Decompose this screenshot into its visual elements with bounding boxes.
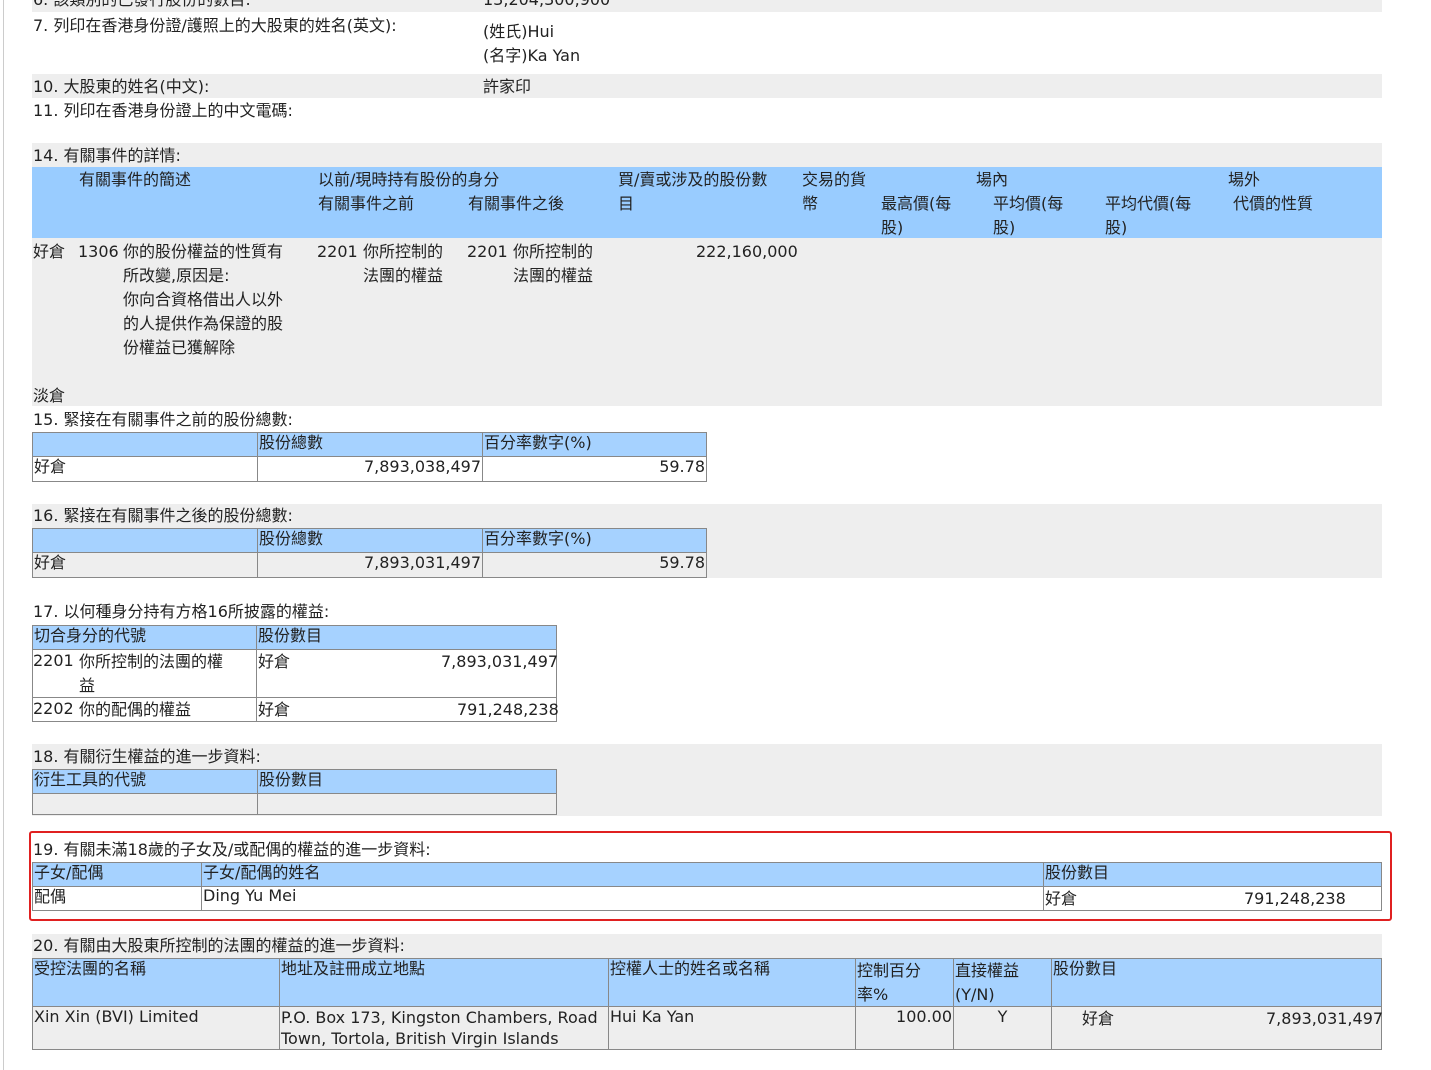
s14-desc-1: 你的股份權益的性質有 <box>123 242 284 261</box>
s14-header-avg-2: 股) <box>993 218 1016 237</box>
s14-event-code: 1306 <box>78 242 119 261</box>
s14-header-nature: 代價的性質 <box>1233 194 1314 213</box>
s14-header-offavg-2: 股) <box>1105 218 1128 237</box>
s16-header-pct: 百分率數字(%) <box>482 528 707 553</box>
s14-shares-value: 222,160,000 <box>696 242 798 261</box>
s20-position: 好倉 <box>1082 1009 1115 1028</box>
left-border <box>3 0 4 1070</box>
s15-header-blank <box>32 432 258 457</box>
s17-row1-position: 好倉 <box>258 652 291 671</box>
s14-before-1: 你所控制的 <box>363 242 444 261</box>
s14-short-label: 淡倉 <box>33 386 66 405</box>
s20-header-direct-1: 直接權益 <box>955 961 1020 980</box>
s14-header-offavg-1: 平均代價(每 <box>1105 194 1192 213</box>
s18-header-shares: 股份數目 <box>257 769 557 794</box>
s17-row1-code: 2201 <box>33 651 74 670</box>
s17-row2-desc: 你的配偶的權益 <box>79 700 192 719</box>
s16-total-value: 7,893,031,497 <box>257 552 483 578</box>
s18-header-code: 衍生工具的代號 <box>32 769 258 794</box>
s14-before-2: 法團的權益 <box>363 266 444 285</box>
surname-value: (姓氏)Hui <box>483 22 555 41</box>
s16-header-total: 股份總數 <box>257 528 483 553</box>
s20-header-shares: 股份數目 <box>1051 958 1382 1007</box>
given-name-value: (名字)Ka Yan <box>483 46 581 65</box>
s14-header-avg-1: 平均價(每 <box>993 194 1064 213</box>
s20-direct-value: Y <box>953 1006 1052 1050</box>
section16-title: 16. 緊接在有關事件之後的股份總數: <box>33 506 293 525</box>
s20-header-controller: 控權人士的姓名或名稱 <box>608 958 856 1007</box>
s14-header-off-exchange: 場外 <box>1228 170 1261 189</box>
section15-title: 15. 緊接在有關事件之前的股份總數: <box>33 410 293 429</box>
section18-title: 18. 有關衍生權益的進一步資料: <box>33 747 261 766</box>
s20-header-address: 地址及註冊成立地點 <box>279 958 609 1007</box>
s18-empty-cell-1 <box>32 793 258 815</box>
row7-label: 7. 列印在香港身份證/護照上的大股東的姓名(英文): <box>33 16 397 35</box>
s14-after-1: 你所控制的 <box>513 242 594 261</box>
s20-corp-value: Xin Xin (BVI) Limited <box>32 1006 280 1050</box>
row10-band <box>32 74 1382 98</box>
s20-pct-value: 100.00 <box>855 1006 954 1050</box>
section20-title: 20. 有關由大股東所控制的法團的權益的進一步資料: <box>33 936 405 955</box>
section14-title: 14. 有關事件的詳情: <box>33 146 181 165</box>
row11-label: 11. 列印在香港身份證上的中文電碼: <box>33 101 293 120</box>
s20-address-2: Town, Tortola, British Virgin Islands <box>281 1029 559 1048</box>
row6-label: 6. 該類別的已發行股份的數目: <box>33 0 251 10</box>
s14-desc-5: 份權益已獲解除 <box>123 338 236 357</box>
s14-long-label: 好倉 <box>33 242 66 261</box>
s14-desc-2: 所改變,原因是: <box>123 266 230 285</box>
highlight-box <box>29 831 1392 921</box>
s15-header-pct: 百分率數字(%) <box>482 432 707 457</box>
section17-title: 17. 以何種身分持有方格16所披露的權益: <box>33 602 330 621</box>
s14-before-code: 2201 <box>317 242 358 261</box>
s15-total-value: 7,893,038,497 <box>257 456 483 482</box>
s14-header-brief: 有關事件的簡述 <box>79 170 192 189</box>
s14-header-before: 有關事件之前 <box>318 194 415 213</box>
s20-address-1: P.O. Box 173, Kingston Chambers, Road <box>281 1008 598 1027</box>
row10-label: 10. 大股東的姓名(中文): <box>33 77 210 96</box>
s15-pct-value: 59.78 <box>482 456 707 482</box>
s17-row2-position: 好倉 <box>258 700 291 719</box>
s18-empty-cell-2 <box>257 793 557 815</box>
s14-header-high-2: 股) <box>881 218 904 237</box>
s14-desc-4: 的人提供作為保證的股 <box>123 314 284 333</box>
s17-row2-code: 2202 <box>33 699 74 718</box>
s14-header-shares-1: 買/賣或涉及的股份數 <box>618 170 768 189</box>
s16-header-blank <box>32 528 258 553</box>
s17-row1-desc-2: 益 <box>79 676 96 695</box>
s20-shares-value: 7,893,031,497 <box>1266 1009 1384 1028</box>
s20-controller-value: Hui Ka Yan <box>608 1006 856 1050</box>
s14-after-2: 法團的權益 <box>513 266 594 285</box>
s16-pct-value: 59.78 <box>482 552 707 578</box>
s20-header-corp: 受控法團的名稱 <box>32 958 280 1007</box>
s14-header-after: 有關事件之後 <box>468 194 565 213</box>
s14-header-shares-2: 目 <box>618 194 635 213</box>
row6-value: 13,204,300,900 <box>483 0 610 10</box>
s20-header-pct-1: 控制百分 <box>857 961 922 980</box>
row10-value: 許家印 <box>483 77 532 96</box>
s14-desc-3: 你向合資格借出人以外 <box>123 290 284 309</box>
s20-header-pct-2: 率% <box>857 985 889 1004</box>
s14-header-capacity: 以前/現時持有股份的身分 <box>318 170 500 189</box>
s16-row-label: 好倉 <box>32 552 258 578</box>
s14-header-currency-1: 交易的貨 <box>802 170 867 189</box>
s15-row-label: 好倉 <box>32 456 258 482</box>
s17-row1-shares: 7,893,031,497 <box>441 652 559 671</box>
s14-header-currency-2: 幣 <box>802 194 819 213</box>
s17-row2-shares: 791,248,238 <box>457 700 559 719</box>
s17-header-code: 切合身分的代號 <box>32 625 257 650</box>
s14-after-code: 2201 <box>467 242 508 261</box>
s15-header-total: 股份總數 <box>257 432 483 457</box>
s14-header-high-1: 最高價(每 <box>881 194 952 213</box>
s17-row1-desc-1: 你所控制的法團的權 <box>79 652 224 671</box>
s17-header-shares: 股份數目 <box>256 625 557 650</box>
s14-header-on-exchange: 場內 <box>976 170 1009 189</box>
s20-header-direct-2: (Y/N) <box>955 985 995 1004</box>
